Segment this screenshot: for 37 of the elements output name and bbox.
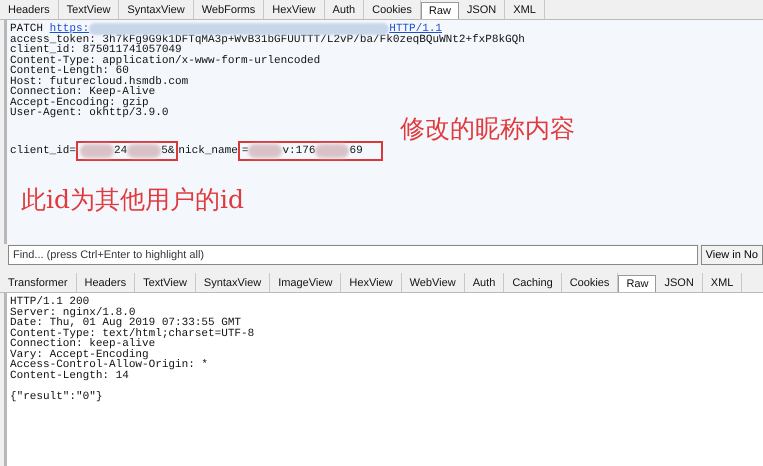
redaction-blur — [127, 144, 162, 158]
response-text: Content-Length: 14 — [10, 370, 129, 381]
response-text: Vary: Accept-Encoding — [10, 350, 149, 360]
request-text: access_token: 3h7kFg9G9k1DFTqMA3p+WvB31bGFUUTTT/L2vP/ba/Fk0zeqBQuWNt2+fxP8kGQh — [10, 34, 525, 45]
annotation-text: 此id为其他用户的id — [21, 184, 244, 216]
view-in-button[interactable]: View in No — [700, 245, 763, 265]
request-text: client_id: 875011741057049 — [10, 45, 182, 56]
request-text: Connection: Keep-Alive — [10, 87, 156, 98]
tab[interactable]: Raw — [618, 275, 656, 292]
request-text: client_id= — [10, 146, 76, 156]
request-text: Content-Length: 60 — [10, 66, 129, 76]
response-text: Connection: keep-alive — [10, 339, 156, 350]
request-text: User-Agent: okhttp/3.9.0 — [10, 108, 168, 118]
response-text: Server: nginx/1.8.0 — [10, 308, 136, 318]
request-text: Accept-Encoding: gzip — [10, 98, 149, 108]
tab[interactable]: Raw — [420, 2, 459, 19]
request-text: Content-Type: application/x-www-form-urlencoded — [10, 56, 320, 66]
request-text: 69 — [349, 146, 363, 156]
url-link[interactable]: https: — [50, 24, 90, 34]
redaction-blur — [80, 144, 114, 158]
response-text: Content-Type: text/html;charset=UTF-8 — [10, 328, 254, 339]
url-link[interactable]: HTTP/1.1 — [389, 24, 442, 34]
request-text: Host: futurecloud.hsmdb.com — [10, 76, 188, 87]
annotation-text: 修改的昵称内容 — [400, 113, 575, 145]
request-text: PATCH — [10, 24, 44, 34]
response-text: {"result":"0"} — [10, 392, 102, 402]
request-text: nick_name — [178, 146, 238, 156]
request-text: v:176 — [282, 146, 316, 156]
request-text: 24 — [114, 146, 128, 156]
redaction-blur — [315, 144, 350, 158]
request-text: = — [242, 146, 248, 156]
find-field[interactable]: Find... (press Ctrl+Enter to highlight all) — [8, 245, 698, 265]
redaction-blur — [248, 144, 282, 158]
response-text: HTTP/1.1 200 — [10, 297, 90, 308]
request-text: 5& — [161, 146, 174, 156]
response-text: Access-Control-Allow-Origin: * — [10, 360, 208, 370]
response-text: Date: Thu, 01 Aug 2019 07:33:55 GMT — [10, 318, 242, 328]
